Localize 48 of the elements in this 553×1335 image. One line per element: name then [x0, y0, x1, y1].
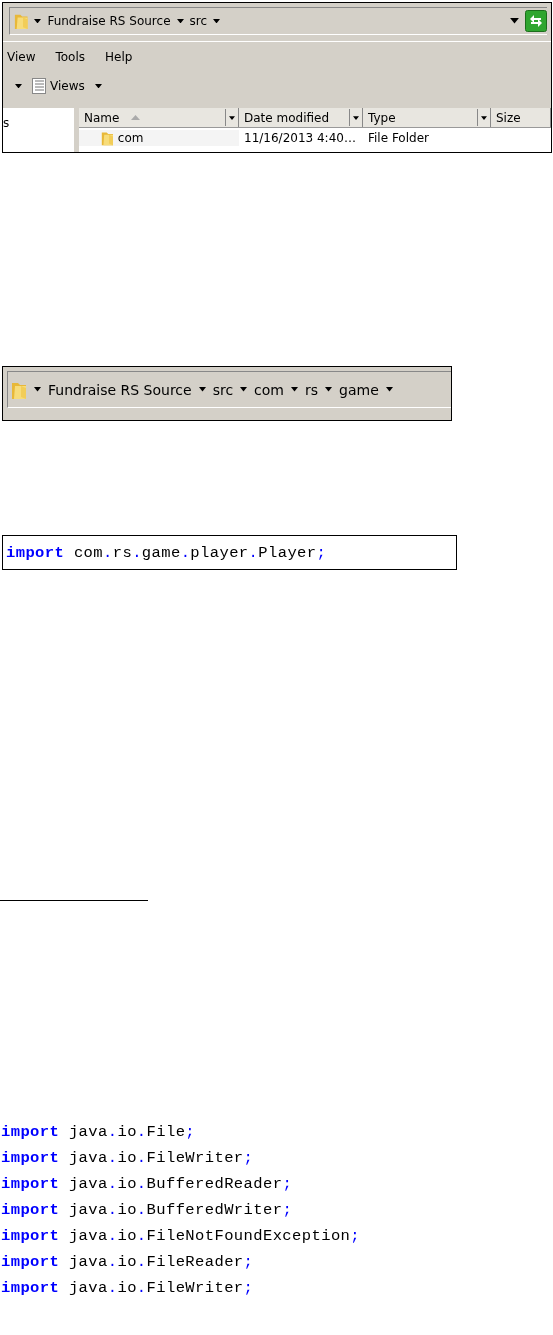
breadcrumb-item[interactable]: game [339, 381, 379, 398]
caret-icon [353, 115, 359, 120]
breadcrumb-item[interactable]: Fundraise RS Source [48, 381, 192, 398]
caret-icon [176, 18, 184, 24]
caret-icon [385, 387, 393, 392]
column-header[interactable]: Type [363, 108, 491, 127]
breadcrumb-item[interactable]: com [254, 381, 284, 398]
sort-ascending-icon [131, 115, 141, 120]
folder-icon [101, 130, 114, 146]
code-line: import java.io.File; [1, 1123, 197, 1141]
views-button[interactable]: Views [30, 78, 87, 94]
code-line: import java.io.FileWriter; [1, 1279, 255, 1297]
nav-pane-text: s [3, 116, 10, 130]
date-cell-text: 11/16/2013 4:40… [243, 131, 357, 145]
column-header[interactable]: Date modified [239, 108, 363, 127]
code-line: import java.io.FileWriter; [1, 1149, 255, 1167]
code-line: import java.io.FileNotFoundException; [1, 1227, 361, 1245]
caret-icon [325, 387, 333, 392]
menu-item[interactable]: View [7, 50, 36, 64]
caret-icon [34, 387, 41, 392]
menu-item[interactable]: Help [105, 50, 133, 64]
caret-icon [291, 387, 298, 392]
views-icon [32, 78, 46, 94]
caret-icon [229, 115, 235, 120]
refresh-icon[interactable] [525, 10, 547, 32]
column-header[interactable]: Name [79, 108, 239, 127]
menu-item[interactable]: Tools [55, 50, 86, 64]
caret-icon [240, 387, 248, 392]
caret-icon [15, 83, 22, 89]
code-line: import java.io.BufferedReader; [1, 1175, 294, 1193]
code-line: import com.rs.game.player.Player; [6, 543, 327, 562]
caret-icon [34, 18, 42, 24]
type-cell-text: File Folder [367, 131, 430, 145]
caret-icon [510, 18, 519, 24]
column-header[interactable]: Size [491, 108, 551, 127]
address-bar[interactable]: Fundraise RS Source src [9, 7, 547, 35]
code-line: import java.io.FileReader; [1, 1253, 255, 1271]
breadcrumb-item[interactable]: src [189, 14, 208, 28]
caret-icon [213, 18, 221, 24]
breadcrumb-item[interactable]: Fundraise RS Source [47, 14, 171, 28]
caret-icon [481, 115, 487, 120]
address-bar[interactable]: Fundraise RS Source src com rs game [7, 371, 451, 408]
code-line: import java.io.BufferedWriter; [1, 1201, 294, 1219]
folder-icon [14, 12, 29, 30]
breadcrumb-item[interactable]: rs [305, 381, 319, 398]
caret-icon [198, 387, 206, 392]
caret-icon [94, 83, 102, 89]
breadcrumb-item[interactable]: src [212, 381, 234, 398]
